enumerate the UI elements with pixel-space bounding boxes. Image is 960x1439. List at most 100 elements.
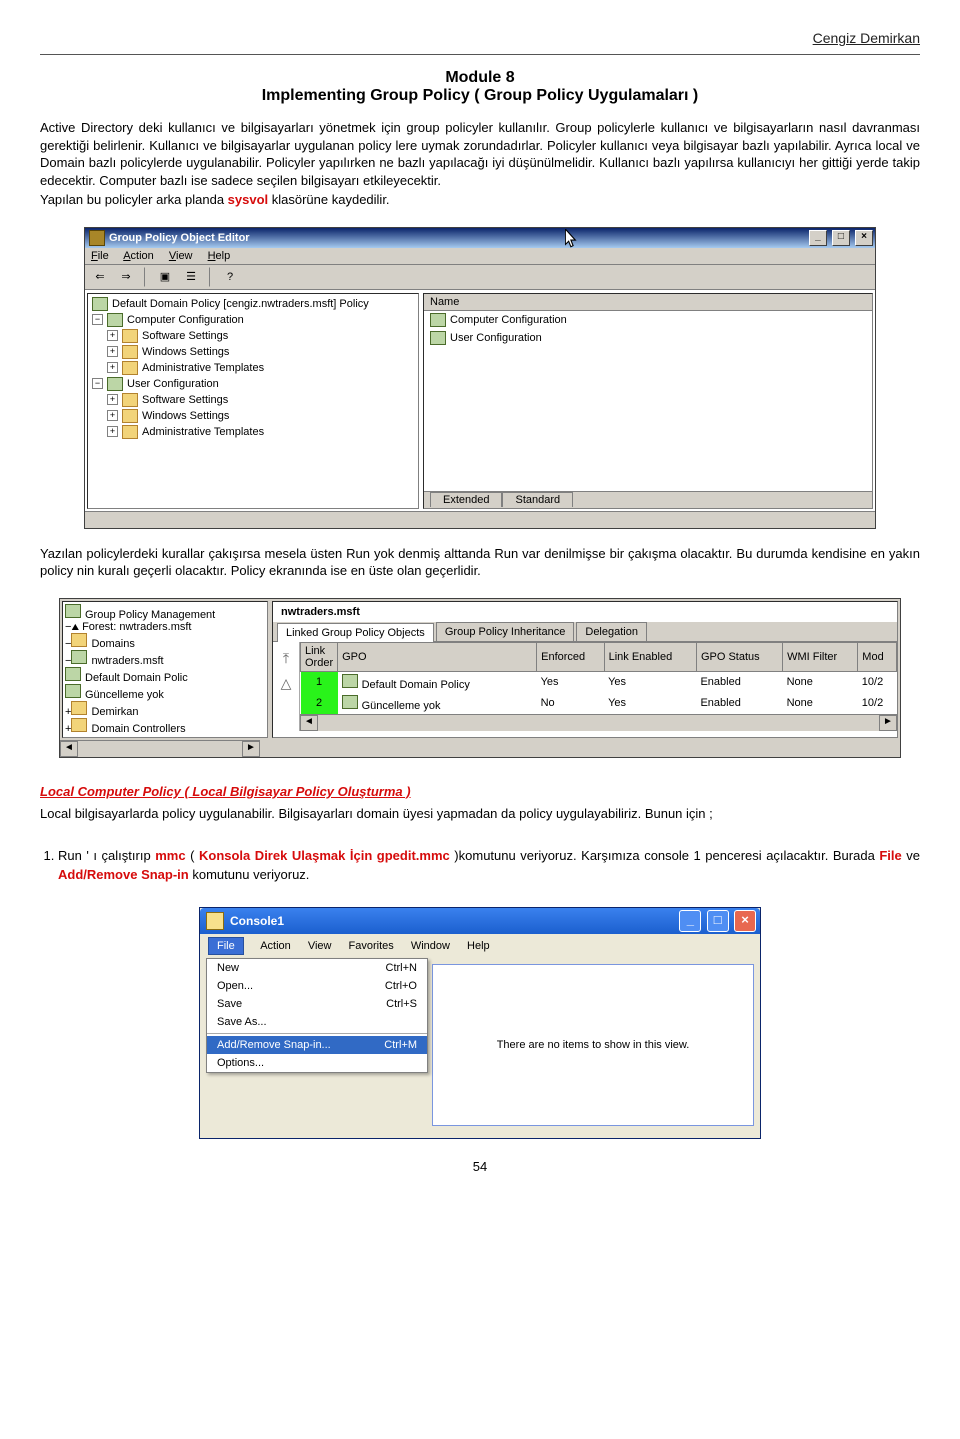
statusbar (85, 511, 875, 528)
tree-uc-ws[interactable]: Windows Settings (142, 410, 229, 422)
move-up-button[interactable]: △ (281, 675, 292, 692)
li1-e: komutunu veriyoruz. (189, 867, 310, 882)
minimize-button[interactable]: _ (809, 230, 827, 246)
tree-root[interactable]: Default Domain Policy [cengiz.nwtraders.… (112, 298, 369, 310)
cell-le: Yes (604, 671, 696, 693)
up-button[interactable]: ▣ (154, 267, 176, 287)
tree-uc-ss[interactable]: Software Settings (142, 394, 228, 406)
col-enforced[interactable]: Enforced (537, 642, 604, 671)
tree-uc[interactable]: User Configuration (127, 378, 219, 390)
move-top-button[interactable]: ⤒ (283, 650, 289, 667)
gpm-dc[interactable]: Domain Controllers (91, 723, 185, 735)
domain-icon (71, 650, 87, 664)
tab-extended[interactable]: Extended (430, 492, 502, 507)
maximize-button[interactable]: □ (707, 910, 729, 932)
tab-inheritance[interactable]: Group Policy Inheritance (436, 622, 574, 641)
gpm-ddp[interactable]: Default Domain Polic (85, 672, 188, 684)
scroll-left-button[interactable]: ◄ (300, 715, 318, 731)
expand-icon[interactable]: + (107, 394, 118, 405)
li1-d: ve (902, 848, 920, 863)
expand-icon[interactable]: + (107, 346, 118, 357)
close-button[interactable]: × (734, 910, 756, 932)
tree-cc-ss[interactable]: Software Settings (142, 330, 228, 342)
menu-item-open[interactable]: Open...Ctrl+O (207, 977, 427, 995)
gpm-root[interactable]: Group Policy Management (85, 609, 215, 621)
expand-icon[interactable]: + (107, 362, 118, 373)
menu-file[interactable]: FFileile (91, 250, 109, 262)
menu-view[interactable]: View (308, 940, 332, 952)
gpm-domains[interactable]: Domains (91, 638, 134, 650)
expand-icon[interactable]: + (107, 330, 118, 341)
menu-help[interactable]: Help (208, 250, 231, 262)
gpo-menubar: FFileile Action View Help (85, 248, 875, 265)
tree-cc[interactable]: Computer Configuration (127, 314, 244, 326)
list-column-name[interactable]: Name (424, 294, 872, 311)
menu-favorites[interactable]: Favorites (349, 940, 394, 952)
menu-file[interactable]: File (208, 937, 244, 955)
col-link-order[interactable]: Link Order (301, 642, 338, 671)
menu-item-saveas[interactable]: Save As... (207, 1013, 427, 1031)
forward-button[interactable]: ⇒ (115, 267, 137, 287)
menu-view[interactable]: View (169, 250, 193, 262)
tree-cc-at[interactable]: Administrative Templates (142, 362, 264, 374)
cell-lo: 1 (301, 671, 338, 693)
menu-help[interactable]: Help (467, 940, 490, 952)
scroll-right-button[interactable]: ► (242, 741, 260, 757)
separator (209, 267, 212, 287)
gpm-forest[interactable]: Forest: nwtraders.msft (82, 621, 191, 633)
help-button[interactable]: ? (219, 267, 241, 287)
scroll-right-button[interactable]: ► (879, 715, 897, 731)
mouse-cursor-icon (565, 229, 579, 249)
tree-cc-ws[interactable]: Windows Settings (142, 346, 229, 358)
scroll-left-button[interactable]: ◄ (60, 741, 78, 757)
folder-icon (122, 409, 138, 423)
gpm-demirkan[interactable]: Demirkan (91, 706, 138, 718)
col-modified[interactable]: Mod (858, 642, 897, 671)
outer-hscrollbar[interactable]: ◄► (60, 740, 260, 757)
menu-action[interactable]: Action (260, 940, 291, 952)
list-item-cc[interactable]: Computer Configuration (424, 311, 872, 329)
paragraph-1: Active Directory deki kullanıcı ve bilgi… (40, 119, 920, 189)
titlebar-buttons: _ □ × (677, 910, 756, 932)
col-gpo-status[interactable]: GPO Status (696, 642, 782, 671)
tab-delegation[interactable]: Delegation (576, 622, 647, 641)
properties-button[interactable]: ☰ (180, 267, 202, 287)
hscrollbar[interactable]: ◄► (300, 714, 897, 731)
list-item-uc[interactable]: User Configuration (424, 329, 872, 347)
table-row[interactable]: 2 Güncelleme yok No Yes Enabled None 10/… (301, 693, 897, 714)
maximize-button[interactable]: □ (832, 230, 850, 246)
tree-uc-at[interactable]: Administrative Templates (142, 426, 264, 438)
gpo-titlebar: Group Policy Object Editor _ □ × (85, 228, 875, 248)
gpm-gy[interactable]: Güncelleme yok (85, 689, 164, 701)
menu-item-options[interactable]: Options... (207, 1054, 427, 1072)
menu-item-new[interactable]: NewCtrl+N (207, 959, 427, 977)
col-wmi-filter[interactable]: WMI Filter (783, 642, 858, 671)
table-row[interactable]: 1 Default Domain Policy Yes Yes Enabled … (301, 671, 897, 693)
expand-icon[interactable]: + (107, 410, 118, 421)
gpo-body: Default Domain Policy [cengiz.nwtraders.… (85, 290, 875, 511)
tab-standard[interactable]: Standard (502, 492, 573, 507)
collapse-icon[interactable]: − (92, 378, 103, 389)
gpm-domain[interactable]: nwtraders.msft (91, 655, 163, 667)
menu-action[interactable]: Action (123, 250, 154, 262)
collapse-icon[interactable]: − (92, 314, 103, 325)
gpm-window: Group Policy Management −⛰ Forest: nwtra… (59, 598, 901, 758)
gpm-tree[interactable]: Group Policy Management −⛰ Forest: nwtra… (62, 601, 268, 738)
empty-message: There are no items to show in this view. (497, 1039, 690, 1051)
cell-wf: None (783, 693, 858, 714)
menu-item-addremove[interactable]: Add/Remove Snap-in...Ctrl+M (207, 1036, 427, 1054)
console-icon (206, 912, 224, 930)
expand-icon[interactable]: + (107, 426, 118, 437)
module-title: Implementing Group Policy ( Group Policy… (40, 87, 920, 105)
gpo-editor-window: Group Policy Object Editor _ □ × FFileil… (84, 227, 876, 529)
menu-item-save[interactable]: SaveCtrl+S (207, 995, 427, 1013)
menu-window[interactable]: Window (411, 940, 450, 952)
gpo-tree[interactable]: Default Domain Policy [cengiz.nwtraders.… (87, 293, 419, 509)
back-button[interactable]: ⇐ (89, 267, 111, 287)
col-gpo[interactable]: GPO (338, 642, 537, 671)
minimize-button[interactable]: _ (679, 910, 701, 932)
tab-linked[interactable]: Linked Group Policy Objects (277, 623, 434, 642)
close-button[interactable]: × (855, 230, 873, 246)
cell-enf: No (537, 693, 604, 714)
col-link-enabled[interactable]: Link Enabled (604, 642, 696, 671)
